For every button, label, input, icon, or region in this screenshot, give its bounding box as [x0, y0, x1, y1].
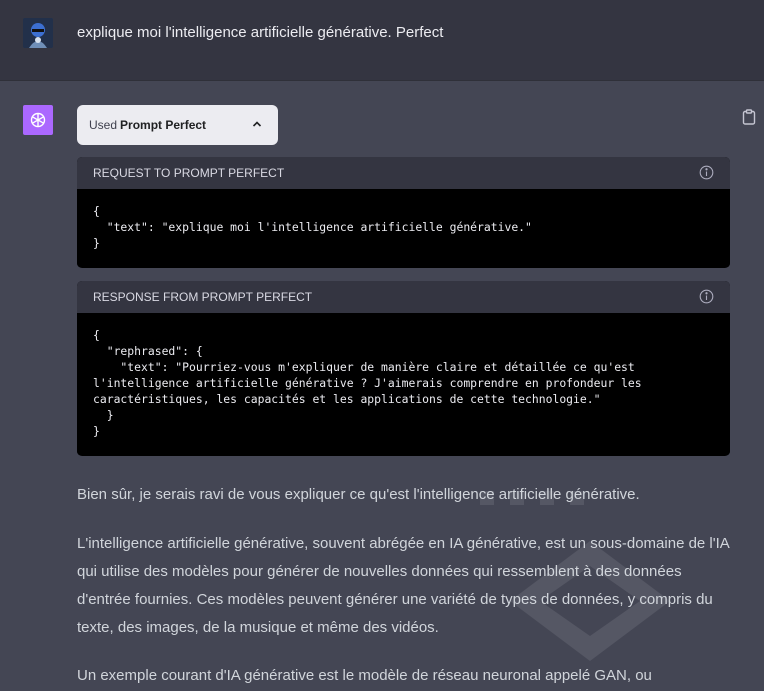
- response-panel-header: RESPONSE FROM PROMPT PERFECT: [77, 281, 730, 313]
- chevron-up-icon: [250, 117, 264, 131]
- user-message-text: explique moi l'intelligence artificielle…: [77, 24, 444, 41]
- assistant-message-row: Used Prompt Perfect REQUEST TO PROMPT PE…: [0, 81, 764, 691]
- openai-logo-icon: [23, 105, 53, 135]
- response-code: { "rephrased": { "text": "Pourriez-vous …: [77, 313, 730, 455]
- info-icon[interactable]: [699, 165, 714, 180]
- info-icon[interactable]: [699, 289, 714, 304]
- response-panel-title: RESPONSE FROM PROMPT PERFECT: [93, 290, 313, 304]
- user-message-row: explique moi l'intelligence artificielle…: [0, 0, 764, 81]
- request-panel-header: REQUEST TO PROMPT PERFECT: [77, 157, 730, 189]
- request-panel-title: REQUEST TO PROMPT PERFECT: [93, 166, 285, 180]
- answer-paragraph-3: Un exemple courant d'IA générative est l…: [77, 667, 652, 684]
- request-code: { "text": "explique moi l'intelligence a…: [77, 189, 730, 267]
- user-avatar: [23, 18, 53, 48]
- answer-paragraph-1: Bien sûr, je serais ravi de vous expliqu…: [77, 486, 640, 503]
- request-panel: REQUEST TO PROMPT PERFECT { "text": "exp…: [77, 157, 730, 268]
- response-panel: RESPONSE FROM PROMPT PERFECT { "rephrase…: [77, 281, 730, 456]
- plugin-used-label: Used: [89, 118, 118, 132]
- clipboard-icon[interactable]: [742, 109, 756, 125]
- answer-paragraph-2: L'intelligence artificielle générative, …: [77, 535, 729, 636]
- plugin-used-toggle[interactable]: Used Prompt Perfect: [77, 105, 278, 145]
- plugin-name: Prompt Perfect: [120, 118, 207, 132]
